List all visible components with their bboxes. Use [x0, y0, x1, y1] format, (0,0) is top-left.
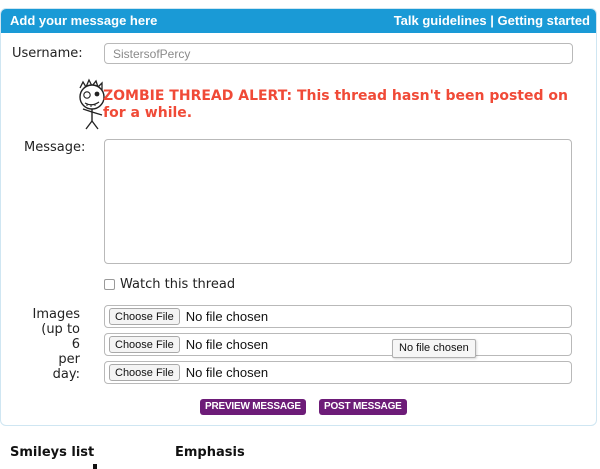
- file-input[interactable]: Choose File No file chosen: [104, 305, 572, 328]
- images-label-line1: Images: [32, 307, 81, 322]
- smileys-list-link[interactable]: Smileys list: [10, 445, 94, 460]
- choose-file-button[interactable]: Choose File: [109, 364, 180, 381]
- header-separator: |: [490, 13, 494, 28]
- images-label: Images (up to 6 per day:: [30, 307, 81, 382]
- zombie-thread-alert: ZOMBIE THREAD ALERT: This thread hasn't …: [103, 88, 568, 121]
- emphasis-heading: Emphasis: [175, 445, 245, 460]
- watch-thread-row[interactable]: Watch this thread: [104, 277, 235, 292]
- file-tooltip: No file chosen: [392, 339, 476, 358]
- post-message-button[interactable]: POST MESSAGE: [319, 399, 407, 415]
- smiley-icon: [93, 464, 97, 469]
- username-field[interactable]: SistersofPercy: [104, 43, 573, 64]
- file-status: No file chosen: [185, 337, 269, 352]
- message-textarea[interactable]: [104, 139, 572, 264]
- watch-thread-label[interactable]: Watch this thread: [120, 277, 235, 292]
- images-label-line3: per day:: [52, 352, 80, 382]
- panel-title: Add your message here: [10, 13, 158, 28]
- username-label: Username:: [12, 46, 83, 61]
- images-label-line2: (up to 6: [41, 322, 80, 352]
- watch-thread-checkbox[interactable]: [104, 279, 115, 290]
- choose-file-button[interactable]: Choose File: [109, 308, 180, 325]
- file-status: No file chosen: [185, 309, 269, 324]
- file-input[interactable]: Choose File No file chosen: [104, 361, 572, 384]
- header-links: Talk guidelines | Getting started: [394, 13, 590, 28]
- message-label: Message:: [24, 140, 86, 155]
- preview-message-button[interactable]: PREVIEW MESSAGE: [200, 399, 306, 415]
- talk-guidelines-link[interactable]: Talk guidelines: [394, 13, 487, 28]
- file-status: No file chosen: [185, 365, 269, 380]
- getting-started-link[interactable]: Getting started: [498, 13, 590, 28]
- panel-header: Add your message here Talk guidelines | …: [1, 9, 596, 33]
- choose-file-button[interactable]: Choose File: [109, 336, 180, 353]
- file-input[interactable]: Choose File No file chosen: [104, 333, 572, 356]
